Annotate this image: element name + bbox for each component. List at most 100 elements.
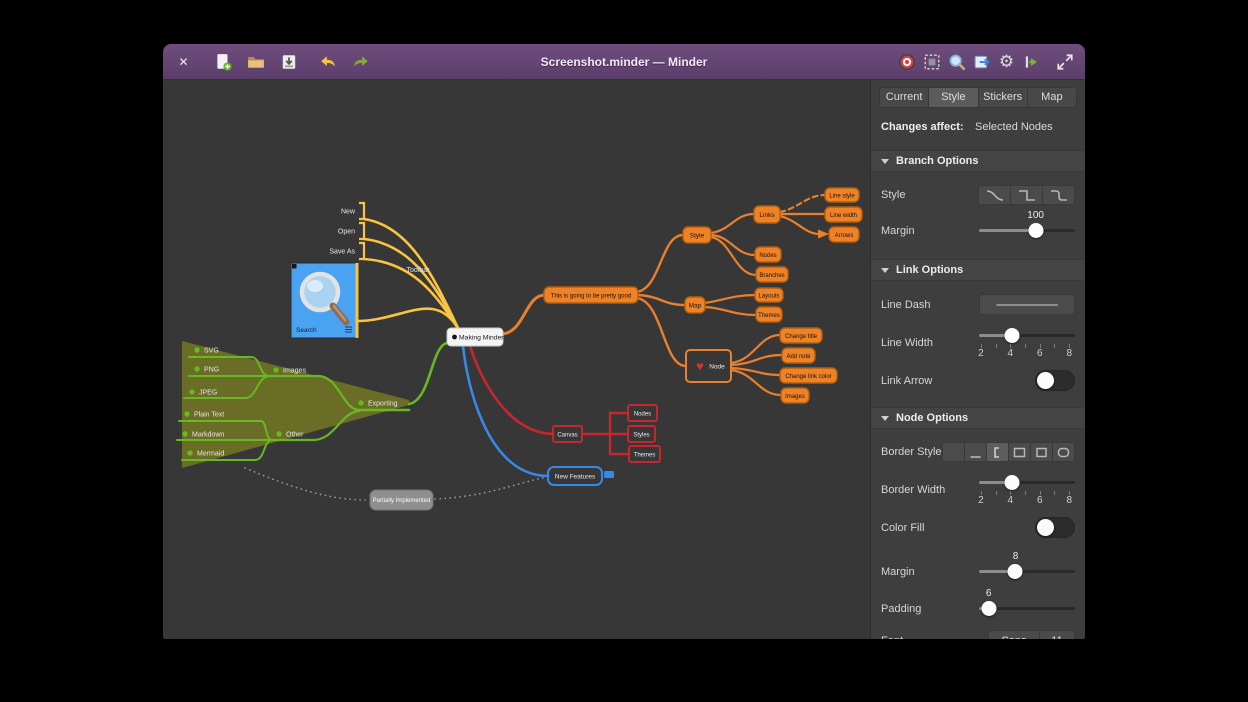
border-underline-button[interactable]	[965, 442, 987, 462]
node-open[interactable]: Open	[338, 223, 364, 239]
redo-button[interactable]	[348, 49, 373, 74]
node-canvas-node[interactable]: Canvas	[553, 426, 582, 442]
line-width-slider[interactable]	[979, 328, 1075, 343]
zoom-button[interactable]	[944, 49, 969, 74]
node-node[interactable]: ♥Node	[686, 350, 731, 382]
export-image-button[interactable]	[969, 49, 994, 74]
node-save-as[interactable]: Save As	[329, 243, 364, 259]
node-note-chip[interactable]	[604, 471, 614, 478]
branch-style-rounded-button[interactable]	[1043, 185, 1075, 205]
slider-knob[interactable]	[981, 601, 996, 616]
node-label: Style	[690, 232, 705, 239]
node-themes-canvas[interactable]: Themes	[629, 446, 660, 462]
slider-knob[interactable]	[1004, 475, 1019, 490]
close-button[interactable]: ✕	[171, 49, 196, 74]
node-links[interactable]: Links	[754, 206, 780, 223]
node-margin-slider[interactable]: 8	[979, 564, 1075, 579]
border-width-slider[interactable]	[979, 475, 1075, 490]
changes-affect-label: Changes affect:	[881, 121, 975, 133]
branch-link	[780, 216, 819, 234]
slider-track[interactable]	[979, 334, 1075, 337]
slider-track[interactable]	[979, 570, 1075, 573]
border-none-button[interactable]	[942, 442, 965, 462]
branch-style-row: Style	[871, 185, 1085, 205]
branch-margin-label: Margin	[881, 225, 979, 237]
node-label: Images	[283, 367, 306, 374]
node-label: Other	[286, 431, 304, 438]
color-fill-label: Color Fill	[881, 522, 1035, 534]
node-making-minder[interactable]: Making Minder	[447, 328, 504, 346]
fullscreen-button[interactable]	[1052, 49, 1077, 74]
node-this-is-going-to-be-pretty-good[interactable]: This is going to be pretty good	[544, 287, 638, 303]
mindmap-canvas[interactable]: New Open Save As Toolbar Search Making Minder…	[163, 80, 870, 639]
slider-track[interactable]	[979, 229, 1075, 232]
branch-link	[711, 235, 755, 255]
border-rounded-button[interactable]	[1053, 442, 1075, 462]
node-new-features[interactable]: New Features	[548, 467, 602, 485]
node-images-node[interactable]: Images	[781, 388, 809, 403]
tab-stickers[interactable]: Stickers	[979, 87, 1028, 108]
chevron-down-icon	[881, 416, 889, 421]
border-square2-button[interactable]	[1031, 442, 1053, 462]
focus-mode-button[interactable]	[894, 49, 919, 74]
node-partially-implemented[interactable]: Partially Implemented	[370, 490, 433, 510]
line-dash-button[interactable]	[979, 294, 1075, 315]
branch-margin-slider[interactable]: 100	[979, 223, 1075, 238]
open-button[interactable]	[243, 49, 268, 74]
node-toolbar[interactable]: Toolbar	[407, 267, 431, 274]
branch-options-header[interactable]: Branch Options	[871, 150, 1085, 172]
node-label: Map	[689, 302, 702, 309]
node-map[interactable]: Map	[685, 297, 705, 313]
node-themes-map[interactable]: Themes	[756, 307, 782, 322]
font-size-button[interactable]: 11	[1040, 630, 1075, 639]
tab-map[interactable]: Map	[1028, 87, 1077, 108]
font-family-button[interactable]: Sans	[988, 630, 1040, 639]
save-button[interactable]	[276, 49, 301, 74]
node-search[interactable]: Search	[291, 263, 357, 338]
node-label: Plain Text	[194, 411, 224, 418]
node-style[interactable]: Style	[683, 227, 711, 243]
leaf-dot-icon	[276, 431, 281, 436]
node-line-width[interactable]: Line width	[825, 207, 862, 222]
node-change-link-color[interactable]: Change link color	[780, 368, 837, 383]
slider-track[interactable]	[979, 481, 1075, 484]
leaf-dot-icon	[194, 366, 199, 371]
border-square-button[interactable]	[1009, 442, 1031, 462]
node-label: Canvas	[557, 432, 577, 438]
node-line-style[interactable]: Line style	[825, 188, 859, 202]
border-bracket-button[interactable]	[987, 442, 1009, 462]
node-branches[interactable]: Branches	[756, 267, 788, 282]
branch-style-curved-button[interactable]	[978, 185, 1011, 205]
node-layouts[interactable]: Layouts	[755, 288, 783, 302]
slider-knob[interactable]	[1004, 328, 1019, 343]
node-padding-value: 6	[986, 588, 992, 599]
tab-style[interactable]: Style	[929, 87, 978, 108]
link-options-header[interactable]: Link Options	[871, 259, 1085, 281]
branch-style-squared-button[interactable]	[1011, 185, 1043, 205]
border-square-icon	[1034, 446, 1049, 459]
line-width-ticks: 2 4 6 8	[979, 343, 1075, 358]
node-arrows[interactable]: Arrows	[829, 227, 859, 242]
node-nodes-canvas[interactable]: Nodes	[628, 405, 657, 421]
node-nodes-style[interactable]: Nodes	[755, 247, 781, 262]
main-area: New Open Save As Toolbar Search Making Minder…	[163, 80, 1085, 639]
changes-affect-value[interactable]: Selected Nodes	[975, 121, 1075, 133]
node-new[interactable]: New	[341, 203, 364, 219]
link-arrow-toggle[interactable]	[1035, 370, 1075, 391]
tab-current[interactable]: Current	[879, 87, 929, 108]
slider-knob[interactable]	[1028, 223, 1043, 238]
node-padding-slider[interactable]: 6	[979, 601, 1075, 616]
gear-icon: ⚙	[999, 53, 1014, 70]
node-add-note[interactable]: Add note	[782, 348, 815, 363]
settings-button[interactable]: ⚙	[994, 49, 1019, 74]
slider-knob[interactable]	[1008, 564, 1023, 579]
export-button[interactable]	[1019, 49, 1044, 74]
select-all-button[interactable]	[919, 49, 944, 74]
node-margin-value: 8	[1013, 551, 1019, 562]
undo-button[interactable]	[315, 49, 340, 74]
new-document-button[interactable]	[210, 49, 235, 74]
node-options-header[interactable]: Node Options	[871, 407, 1085, 429]
color-fill-toggle[interactable]	[1035, 517, 1075, 538]
node-styles-canvas[interactable]: Styles	[628, 426, 655, 442]
node-change-title[interactable]: Change title	[780, 328, 822, 343]
